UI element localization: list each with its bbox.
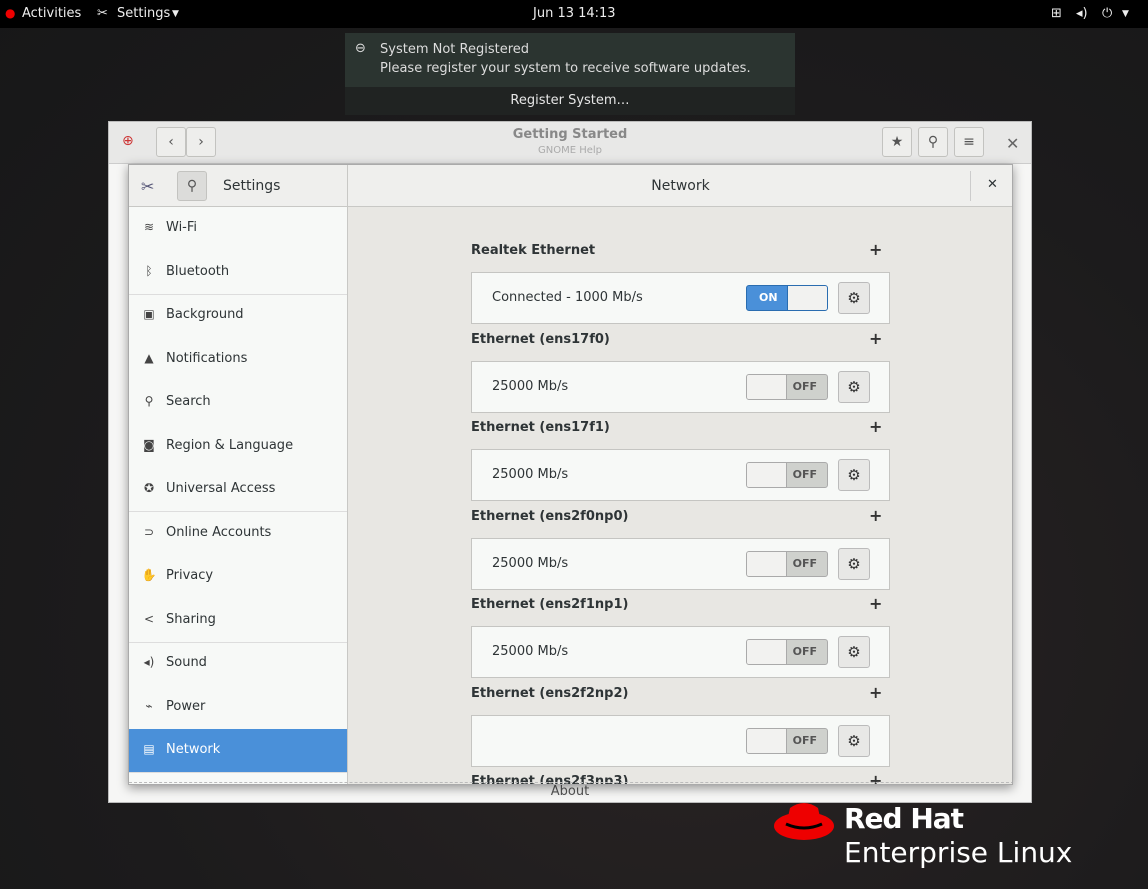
add-connection-button[interactable]: + [869, 506, 882, 525]
toggle-label: OFF [793, 468, 817, 481]
device-toggle[interactable]: OFF [746, 551, 828, 577]
device-title: Ethernet (ens17f0) [471, 332, 610, 347]
add-connection-button[interactable]: + [869, 240, 882, 259]
notification-banner[interactable]: ⊖ System Not Registered Please register … [345, 33, 795, 87]
redhat-icon: ● [5, 6, 15, 20]
network-status-icon[interactable]: ⊞ [1051, 6, 1062, 21]
help-header-bar: ⊕ ‹ › Getting Started GNOME Help ★ ⚲ ≡ ✕ [109, 122, 1031, 164]
toggle-label: OFF [793, 557, 817, 570]
device-status: 25000 Mb/s [492, 467, 568, 482]
device-toggle[interactable]: OFF [746, 374, 828, 400]
network-panel: Realtek Ethernet + Connected - 1000 Mb/s O… [129, 165, 1013, 785]
clock[interactable]: Jun 13 14:13 [533, 6, 616, 21]
logo-line1: Red Hat [844, 802, 963, 835]
redhat-logo: Red Hat Enterprise Linux [772, 802, 836, 846]
device-toggle[interactable]: OFF [746, 728, 828, 754]
device-title: Ethernet (ens2f2np2) [471, 686, 628, 701]
gear-icon[interactable]: ⚙ [838, 282, 870, 314]
add-connection-button[interactable]: + [869, 329, 882, 348]
menu-button[interactable]: ≡ [954, 127, 984, 157]
device-title: Realtek Ethernet [471, 243, 595, 258]
device-title: Ethernet (ens2f1np1) [471, 597, 628, 612]
toggle-label: ON [759, 291, 778, 304]
settings-icon: ✂ [97, 6, 108, 21]
device-toggle[interactable]: OFF [746, 462, 828, 488]
search-button[interactable]: ⚲ [918, 127, 948, 157]
gear-icon[interactable]: ⚙ [838, 459, 870, 491]
device-status: 25000 Mb/s [492, 379, 568, 394]
notification-body: Please register your system to receive s… [380, 61, 751, 76]
about-link[interactable]: About [109, 784, 1031, 799]
settings-window: ✂ ⚲ Settings Network ✕ ≋Wi-FiᛒBluetooth▣… [128, 164, 1013, 785]
gear-icon[interactable]: ⚙ [838, 725, 870, 757]
gear-icon[interactable]: ⚙ [838, 548, 870, 580]
device-title: Ethernet (ens17f1) [471, 420, 610, 435]
add-connection-button[interactable]: + [869, 417, 882, 436]
notification-title: System Not Registered [380, 42, 529, 57]
logo-line2: Enterprise Linux [844, 836, 1072, 869]
device-status: 25000 Mb/s [492, 644, 568, 659]
device-status: 25000 Mb/s [492, 556, 568, 571]
device-toggle[interactable]: ON [746, 285, 828, 311]
device-row: 25000 Mb/s OFF ⚙ [471, 449, 890, 501]
device-row: 25000 Mb/s OFF ⚙ [471, 626, 890, 678]
register-system-button[interactable]: Register System… [345, 87, 795, 115]
add-connection-button[interactable]: + [869, 594, 882, 613]
device-row: Connected - 1000 Mb/s ON ⚙ [471, 272, 890, 324]
chevron-down-icon: ▼ [172, 9, 179, 19]
notification-icon: ⊖ [355, 41, 366, 56]
power-icon[interactable]: ⏻ [1102, 6, 1112, 21]
bookmark-button[interactable]: ★ [882, 127, 912, 157]
toggle-label: OFF [793, 734, 817, 747]
divider [129, 782, 1013, 783]
device-status: Connected - 1000 Mb/s [492, 290, 643, 305]
activities-button[interactable]: Activities [22, 6, 81, 21]
add-connection-button[interactable]: + [869, 683, 882, 702]
toggle-label: OFF [793, 645, 817, 658]
app-menu-button[interactable]: Settings [117, 6, 170, 21]
volume-icon[interactable]: ◂) [1076, 6, 1088, 21]
toggle-label: OFF [793, 380, 817, 393]
device-row: OFF ⚙ [471, 715, 890, 767]
redhat-hat-icon [772, 802, 836, 842]
gear-icon[interactable]: ⚙ [838, 371, 870, 403]
device-row: 25000 Mb/s OFF ⚙ [471, 361, 890, 413]
top-bar: ● Activities ✂ Settings ▼ Jun 13 14:13 ⊞… [0, 0, 1148, 28]
chevron-down-icon: ▼ [1122, 9, 1129, 19]
device-toggle[interactable]: OFF [746, 639, 828, 665]
gear-icon[interactable]: ⚙ [838, 636, 870, 668]
device-title: Ethernet (ens2f3np3) [471, 774, 628, 785]
device-row: 25000 Mb/s OFF ⚙ [471, 538, 890, 590]
device-title: Ethernet (ens2f0np0) [471, 509, 628, 524]
close-button[interactable]: ✕ [1006, 134, 1019, 153]
